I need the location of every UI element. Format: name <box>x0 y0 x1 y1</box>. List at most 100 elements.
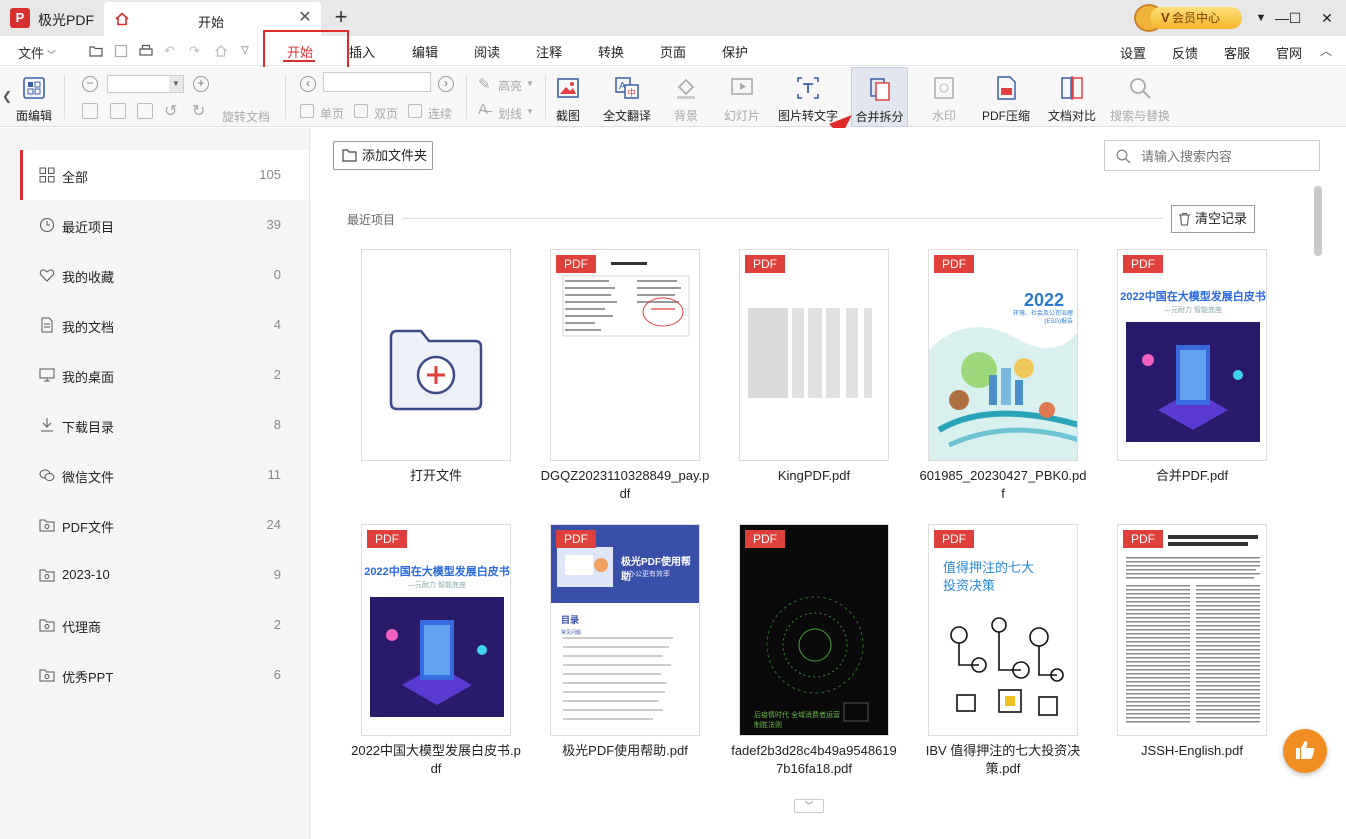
sidebar-item-my-documents[interactable]: 我的文档 4 <box>20 300 309 350</box>
search-input[interactable] <box>1141 147 1311 165</box>
double-page-button[interactable]: 双页 <box>374 105 398 122</box>
page-edit-button[interactable]: 面编辑 <box>12 67 56 127</box>
zoom-in-icon[interactable]: + <box>193 76 209 92</box>
zoom-select[interactable]: ▼ <box>107 75 184 93</box>
clear-records-button[interactable]: 清空记录 <box>1171 205 1255 233</box>
doc-compare-button[interactable]: 文档对比 <box>1044 67 1100 127</box>
file-thumbnail[interactable]: 极光PDF使用帮助 让办公更有效率 目录 常见问题 PDF <box>550 524 700 736</box>
save-icon[interactable] <box>114 44 128 58</box>
open-folder-icon[interactable] <box>89 44 103 58</box>
sidebar-item-pdf-files[interactable]: PDF文件 24 <box>20 500 309 550</box>
file-thumbnail[interactable]: 值得押注的七大投资决策 PDF <box>928 524 1078 736</box>
tab-convert[interactable]: 转换 <box>598 42 624 61</box>
sidebar-item-excellent-ppt[interactable]: 优秀PPT 6 <box>20 650 309 700</box>
document-icon <box>41 317 53 333</box>
feedback-link[interactable]: 反馈 <box>1172 43 1198 62</box>
bigmodel-cover-image <box>1118 250 1266 460</box>
website-link[interactable]: 官网 <box>1276 43 1302 62</box>
file-menu[interactable]: 文件 ﹀ <box>18 43 56 62</box>
watermark-button[interactable]: 水印 <box>923 67 965 127</box>
esg-year: 2022 <box>1024 290 1065 310</box>
full-translate-button[interactable]: A中 全文翻译 <box>598 67 656 127</box>
search-box[interactable] <box>1104 140 1320 171</box>
next-page-icon[interactable]: › <box>438 76 454 92</box>
file-name: 601985_20230427_PBK0.pdf <box>919 468 1087 501</box>
sidebar-item-2023-10[interactable]: 2023-10 9 <box>20 550 309 600</box>
bigmodel-cover-image <box>362 525 510 735</box>
tab-edit[interactable]: 编辑 <box>412 42 438 61</box>
rotate-right-icon[interactable]: ↻ <box>192 101 205 121</box>
customize-dropdown-icon[interactable]: ▽ <box>241 44 255 58</box>
bigmodel-subtitle: —元耐力 智能底座 <box>1164 307 1222 314</box>
background-button[interactable]: 背景 <box>668 67 704 127</box>
fit-page-icon[interactable] <box>110 103 126 119</box>
file-thumbnail[interactable]: 2022中国在大模型发展白皮书 —元耐力 智能底座 PDF <box>361 524 511 736</box>
watermark-label: 水印 <box>931 109 956 123</box>
page-edit-label: 面编辑 <box>15 109 52 123</box>
open-file-thumbnail[interactable] <box>361 249 511 461</box>
home-quick-icon[interactable] <box>214 44 228 58</box>
file-thumbnail[interactable]: 2022中国在大模型发展白皮书 —元耐力 智能底座 PDF <box>1117 249 1267 461</box>
print-icon[interactable] <box>139 44 153 58</box>
help-toc: 目录 <box>561 615 580 625</box>
file-name: 极光PDF使用帮助.pdf <box>562 743 688 758</box>
pdf-compress-button[interactable]: PDF压缩 <box>980 67 1032 127</box>
rotate-doc-button[interactable]: 旋转文档 <box>222 108 270 125</box>
sidebar-item-favorites[interactable]: 我的收藏 0 <box>20 250 309 300</box>
sidebar-item-agents[interactable]: 代理商 2 <box>20 600 309 650</box>
tab-close-icon[interactable]: ✕ <box>297 10 313 26</box>
tab-annotate[interactable]: 注释 <box>536 42 562 61</box>
scroll-left-icon[interactable]: ❮ <box>2 89 12 103</box>
file-thumbnail[interactable]: PDF <box>550 249 700 461</box>
file-name: DGQZ2023110328849_pay.pdf <box>540 468 710 501</box>
table-preview-image <box>748 308 872 398</box>
pdf-badge: PDF <box>934 255 974 273</box>
settings-link[interactable]: 设置 <box>1120 43 1146 62</box>
prev-page-icon[interactable]: ‹ <box>300 76 316 92</box>
close-window-icon[interactable]: ✕ <box>1315 6 1339 30</box>
fit-width-icon[interactable] <box>82 103 98 119</box>
file-thumbnail[interactable]: 2022 环境、社会及公司治理(ESG)报告 PDF <box>928 249 1078 461</box>
support-link[interactable]: 客服 <box>1224 43 1250 62</box>
zoom-out-icon[interactable]: − <box>82 76 98 92</box>
actual-size-icon[interactable] <box>137 103 153 119</box>
page-number-input[interactable] <box>323 72 431 92</box>
pdf-badge: PDF <box>745 255 785 273</box>
pdf-badge: PDF <box>1123 255 1163 273</box>
paper-preview-image <box>1118 525 1266 735</box>
file-thumbnail[interactable]: PDF <box>739 249 889 461</box>
tab-page[interactable]: 页面 <box>660 42 686 61</box>
sidebar-item-label: 优秀PPT <box>62 670 114 685</box>
sidebar-item-recent[interactable]: 最近项目 39 <box>20 200 309 250</box>
sidebar-item-count: 8 <box>273 417 281 432</box>
tab-insert[interactable]: 插入 <box>349 42 375 61</box>
help-subtitle: 让办公更有效率 <box>621 571 670 578</box>
chevron-down-icon: ▼ <box>526 79 534 88</box>
screenshot-button[interactable]: 截图 <box>550 67 586 127</box>
single-page-button[interactable]: 单页 <box>320 105 344 122</box>
redo-icon[interactable]: ↷ <box>189 44 203 58</box>
pdf-badge: PDF <box>934 530 974 548</box>
add-folder-button[interactable]: 添加文件夹 <box>333 141 433 170</box>
tab-read[interactable]: 阅读 <box>474 42 500 61</box>
new-tab-button[interactable]: + <box>330 6 352 28</box>
tab-protect[interactable]: 保护 <box>722 42 748 61</box>
file-thumbnail[interactable]: PDF <box>1117 524 1267 736</box>
sidebar-item-wechat[interactable]: 微信文件 11 <box>20 450 309 500</box>
scrollbar-thumb[interactable] <box>1314 186 1322 256</box>
maximize-icon[interactable]: ☐ <box>1283 6 1307 30</box>
file-thumbnail[interactable]: 后疫情时代 全域消费者运营制胜法则 PDF <box>739 524 889 736</box>
load-more-chevron-icon[interactable]: ﹀ <box>794 799 824 813</box>
highlight-button[interactable]: 高亮 <box>498 77 522 94</box>
search-replace-button[interactable]: 搜索与替换 <box>1107 67 1173 127</box>
collapse-ribbon-icon[interactable]: ︿ <box>1320 42 1332 59</box>
continuous-button[interactable]: 连续 <box>428 105 452 122</box>
undo-icon[interactable]: ↶ <box>164 44 178 58</box>
sidebar-item-desktop[interactable]: 我的桌面 2 <box>20 350 309 400</box>
file-menu-label: 文件 <box>18 46 45 61</box>
sidebar-item-downloads[interactable]: 下载目录 8 <box>20 400 309 450</box>
sidebar-item-all[interactable]: 全部 105 <box>20 150 309 200</box>
thumbs-up-button[interactable] <box>1283 729 1327 773</box>
strikeout-button[interactable]: 划线 <box>498 105 522 122</box>
rotate-left-icon[interactable]: ↺ <box>164 101 177 121</box>
